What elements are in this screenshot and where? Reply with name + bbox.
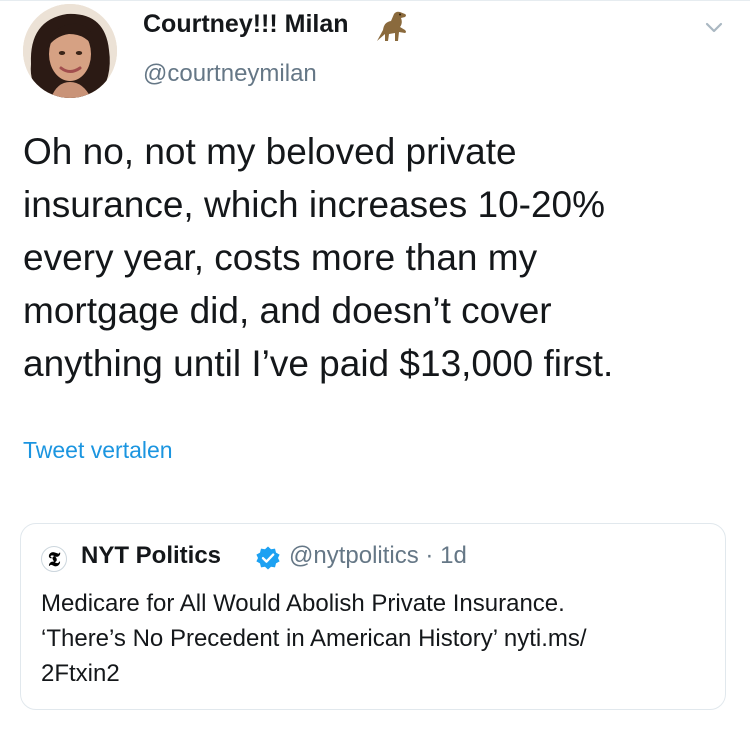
tweet-text-line: mortgage did, and doesn’t cover [23,290,552,331]
quoted-text-line: ‘There’s No Precedent in American Histor… [41,625,587,652]
verified-badge-icon [256,546,280,570]
tweet-text: Oh no, not my beloved private insurance,… [23,125,733,390]
quoted-author-name: NYT Politics [81,542,222,569]
chevron-down-icon[interactable] [700,13,728,41]
quoted-author-handle: @nytpolitics [289,542,419,569]
dinosaur-icon [377,11,406,41]
quoted-author-meta: @nytpolitics · 1d [289,542,467,570]
quoted-timestamp: 1d [440,542,467,569]
nyt-logo: 𝕿 [41,546,67,572]
tweet-text-line: Oh no, not my beloved private [23,131,517,172]
avatar-portrait [23,4,117,98]
translate-tweet-link[interactable]: Tweet vertalen [23,437,173,464]
quoted-tweet-text: Medicare for All Would Abolish Private I… [41,586,721,691]
quoted-text-line: 2Ftxin2 [41,660,120,687]
tweet-text-line: insurance, which increases 10-20% [23,184,606,225]
quoted-tweet-card[interactable]: 𝕿 NYT Politics @nytpolitics · 1d Medicar… [20,523,726,710]
tweet-text-line: anything until I’ve paid $13,000 first. [23,343,614,384]
tweet-text-line: every year, costs more than my [23,237,538,278]
meta-separator: · [425,542,434,569]
author-handle[interactable]: @courtneymilan [143,60,317,88]
quoted-text-line: Medicare for All Would Abolish Private I… [41,590,565,617]
avatar[interactable] [23,4,117,98]
top-divider [0,0,750,1]
author-name[interactable]: Courtney!!! Milan [143,10,349,39]
